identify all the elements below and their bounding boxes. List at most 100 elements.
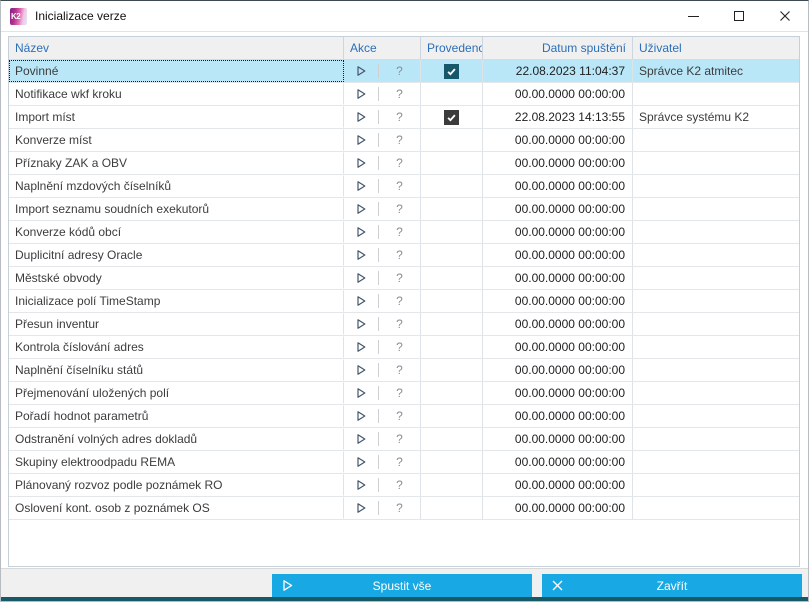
run-task-button[interactable]: [344, 198, 378, 220]
task-name-cell[interactable]: Import seznamu soudních exekutorů: [9, 198, 344, 220]
task-help-button[interactable]: ?: [379, 244, 420, 266]
table-row[interactable]: Inicializace polí TimeStamp ? 00.00.0000…: [9, 290, 799, 313]
task-name-cell[interactable]: Kontrola číslování adres: [9, 336, 344, 358]
run-task-button[interactable]: [344, 405, 378, 427]
run-task-button[interactable]: [344, 336, 378, 358]
run-task-button[interactable]: [344, 175, 378, 197]
table-row[interactable]: Duplicitní adresy Oracle ? 00.00.0000 00…: [9, 244, 799, 267]
run-task-button[interactable]: [344, 83, 378, 105]
column-header-uzivatel[interactable]: Uživatel: [633, 37, 799, 59]
run-all-label: Spustit vše: [372, 579, 432, 593]
task-name-cell[interactable]: Plánovaný rozvoz podle poznámek RO: [9, 474, 344, 496]
task-help-button[interactable]: ?: [379, 221, 420, 243]
task-help-button[interactable]: ?: [379, 428, 420, 450]
task-help-button[interactable]: ?: [379, 313, 420, 335]
run-task-button[interactable]: [344, 129, 378, 151]
close-button[interactable]: [762, 1, 808, 31]
task-help-button[interactable]: ?: [379, 60, 420, 82]
task-help-button[interactable]: ?: [379, 290, 420, 312]
run-task-button[interactable]: [344, 474, 378, 496]
table-row[interactable]: Import seznamu soudních exekutorů ? 00.0…: [9, 198, 799, 221]
task-name-cell[interactable]: Příznaky ZAK a OBV: [9, 152, 344, 174]
task-name-cell[interactable]: Pořadí hodnot parametrů: [9, 405, 344, 427]
task-help-button[interactable]: ?: [379, 83, 420, 105]
table-row[interactable]: Příznaky ZAK a OBV ? 00.00.0000 00:00:00: [9, 152, 799, 175]
table-row[interactable]: Městské obvody ? 00.00.0000 00:00:00: [9, 267, 799, 290]
table-row[interactable]: Kontrola číslování adres ? 00.00.0000 00…: [9, 336, 799, 359]
table-row[interactable]: Plánovaný rozvoz podle poznámek RO ? 00.…: [9, 474, 799, 497]
task-name-cell[interactable]: Odstranění volných adres dokladů: [9, 428, 344, 450]
run-date: 00.00.0000 00:00:00: [483, 221, 633, 243]
minimize-button[interactable]: [670, 1, 716, 31]
task-name-cell[interactable]: Skupiny elektroodpadu REMA: [9, 451, 344, 473]
task-help-button[interactable]: ?: [379, 359, 420, 381]
run-task-button[interactable]: [344, 428, 378, 450]
task-help-button[interactable]: ?: [379, 129, 420, 151]
task-name-cell[interactable]: Naplnění mzdových číselníků: [9, 175, 344, 197]
maximize-button[interactable]: [716, 1, 762, 31]
task-name-cell[interactable]: Duplicitní adresy Oracle: [9, 244, 344, 266]
task-help-button[interactable]: ?: [379, 451, 420, 473]
table-row[interactable]: Povinné ? 22.08.2023 11:04:37 Správce K2…: [9, 60, 799, 83]
run-user: [633, 129, 799, 151]
run-task-button[interactable]: [344, 106, 378, 128]
table-row[interactable]: Přesun inventur ? 00.00.0000 00:00:00: [9, 313, 799, 336]
play-icon: [357, 480, 366, 490]
run-task-button[interactable]: [344, 244, 378, 266]
task-name-cell[interactable]: Konverze míst: [9, 129, 344, 151]
task-help-button[interactable]: ?: [379, 497, 420, 519]
table-row[interactable]: Skupiny elektroodpadu REMA ? 00.00.0000 …: [9, 451, 799, 474]
run-task-button[interactable]: [344, 451, 378, 473]
table-row[interactable]: Odstranění volných adres dokladů ? 00.00…: [9, 428, 799, 451]
task-help-button[interactable]: ?: [379, 267, 420, 289]
play-icon: [357, 227, 366, 237]
task-name-cell[interactable]: Konverze kódů obcí: [9, 221, 344, 243]
task-help-button[interactable]: ?: [379, 198, 420, 220]
run-task-button[interactable]: [344, 221, 378, 243]
run-task-button[interactable]: [344, 497, 378, 519]
done-checkbox[interactable]: [444, 109, 459, 125]
done-checkbox[interactable]: [444, 63, 459, 79]
table-row[interactable]: Konverze kódů obcí ? 00.00.0000 00:00:00: [9, 221, 799, 244]
run-task-button[interactable]: [344, 60, 378, 82]
play-icon: [357, 204, 366, 214]
titlebar[interactable]: K2 Inicializace verze: [1, 1, 808, 32]
task-help-button[interactable]: ?: [379, 336, 420, 358]
task-help-button[interactable]: ?: [379, 405, 420, 427]
run-user: [633, 290, 799, 312]
task-help-button[interactable]: ?: [379, 106, 420, 128]
task-name-cell[interactable]: Inicializace polí TimeStamp: [9, 290, 344, 312]
task-name-cell[interactable]: Naplnění číselníku států: [9, 359, 344, 381]
task-name-cell[interactable]: Přejmenování uložených polí: [9, 382, 344, 404]
run-all-button[interactable]: Spustit vše: [272, 574, 532, 598]
task-name-cell[interactable]: Přesun inventur: [9, 313, 344, 335]
run-task-button[interactable]: [344, 313, 378, 335]
table-row[interactable]: Oslovení kont. osob z poznámek OS ? 00.0…: [9, 497, 799, 520]
task-name-cell[interactable]: Oslovení kont. osob z poznámek OS: [9, 497, 344, 519]
run-task-button[interactable]: [344, 290, 378, 312]
table-row[interactable]: Konverze míst ? 00.00.0000 00:00:00: [9, 129, 799, 152]
task-help-button[interactable]: ?: [379, 152, 420, 174]
table-row[interactable]: Přejmenování uložených polí ? 00.00.0000…: [9, 382, 799, 405]
task-name-cell[interactable]: Import míst: [9, 106, 344, 128]
table-row[interactable]: Naplnění mzdových číselníků ? 00.00.0000…: [9, 175, 799, 198]
run-task-button[interactable]: [344, 359, 378, 381]
column-header-nazev[interactable]: Název: [9, 37, 344, 59]
task-name-cell[interactable]: Notifikace wkf kroku: [9, 83, 344, 105]
run-task-button[interactable]: [344, 267, 378, 289]
table-row[interactable]: Pořadí hodnot parametrů ? 00.00.0000 00:…: [9, 405, 799, 428]
task-help-button[interactable]: ?: [379, 175, 420, 197]
run-task-button[interactable]: [344, 152, 378, 174]
column-header-akce[interactable]: Akce: [344, 37, 421, 59]
table-row[interactable]: Notifikace wkf kroku ? 00.00.0000 00:00:…: [9, 83, 799, 106]
table-row[interactable]: Naplnění číselníku států ? 00.00.0000 00…: [9, 359, 799, 382]
column-header-datum-spusteni[interactable]: Datum spuštění: [483, 37, 633, 59]
task-help-button[interactable]: ?: [379, 474, 420, 496]
task-name-cell[interactable]: Povinné: [9, 60, 344, 82]
close-dialog-button[interactable]: Zavřít: [542, 574, 802, 598]
task-help-button[interactable]: ?: [379, 382, 420, 404]
column-header-provedeno[interactable]: Provedeno: [421, 37, 483, 59]
run-task-button[interactable]: [344, 382, 378, 404]
table-row[interactable]: Import míst ? 22.08.2023 14:13:55 Správc…: [9, 106, 799, 129]
task-name-cell[interactable]: Městské obvody: [9, 267, 344, 289]
